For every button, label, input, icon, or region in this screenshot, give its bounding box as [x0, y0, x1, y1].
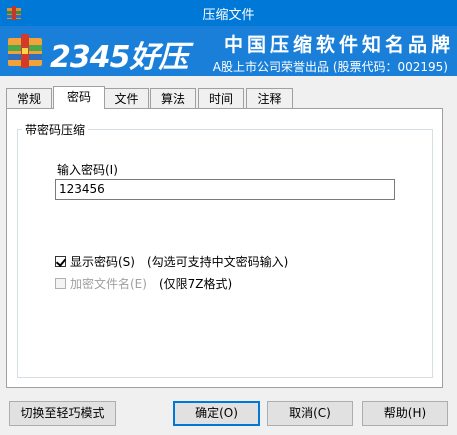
- tab-password[interactable]: 密码: [53, 86, 105, 109]
- tab-time[interactable]: 时间: [198, 88, 244, 108]
- tab-general[interactable]: 常规: [6, 88, 52, 108]
- ok-button[interactable]: 确定(O): [173, 401, 260, 426]
- cancel-button[interactable]: 取消(C): [267, 401, 353, 426]
- password-input[interactable]: 123456: [55, 179, 395, 200]
- tab-comment[interactable]: 注释: [246, 88, 293, 108]
- show-password-label[interactable]: 显示密码(S): [70, 253, 135, 270]
- password-panel: 带密码压缩 输入密码(I) 123456 显示密码(S) (勾选可支持中文密码输…: [6, 108, 443, 388]
- show-password-checkbox[interactable]: [55, 256, 66, 267]
- brand-slogan: 中国压缩软件知名品牌: [224, 34, 455, 56]
- group-title: 带密码压缩: [22, 121, 89, 138]
- encrypt-filenames-checkbox[interactable]: [55, 278, 66, 289]
- light-mode-button[interactable]: 切换至轻巧模式: [9, 401, 116, 426]
- show-password-option[interactable]: 显示密码(S) (勾选可支持中文密码输入): [55, 253, 288, 270]
- window-title: 压缩文件: [202, 8, 255, 23]
- title-bar: 压缩文件: [0, 0, 457, 26]
- encrypt-filenames-option[interactable]: 加密文件名(E) (仅限7Z格式): [55, 275, 232, 292]
- listing-info: A股上市公司荣誉出品 (股票代码：002195): [212, 60, 448, 74]
- tab-files[interactable]: 文件: [104, 88, 149, 108]
- help-button[interactable]: 帮助(H): [362, 401, 448, 426]
- encrypt-filenames-hint: (仅限7Z格式): [158, 277, 233, 291]
- tab-algorithm[interactable]: 算法: [150, 88, 196, 108]
- encrypt-filenames-label[interactable]: 加密文件名(E): [70, 275, 147, 292]
- show-password-hint: (勾选可支持中文密码输入): [146, 255, 289, 269]
- brand-banner: 2345好压 中国压缩软件知名品牌 A股上市公司荣誉出品 (股票代码：00219…: [0, 26, 457, 76]
- password-label: 输入密码(I): [57, 163, 118, 177]
